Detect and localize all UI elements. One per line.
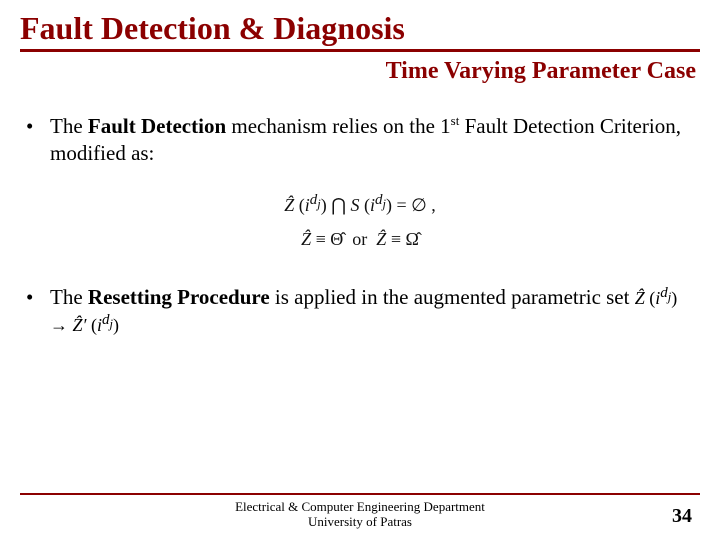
equation-line-2: Ẑ ≡ Θ̂ or Ẑ ≡ Ω̂ (284, 222, 436, 256)
text-fragment: The (50, 114, 88, 138)
slide: Fault Detection & Diagnosis Time Varying… (0, 0, 720, 540)
text-bold: Resetting Procedure (88, 285, 270, 309)
text-fragment: The (50, 285, 88, 309)
bullet-item-1: • The Fault Detection mechanism relies o… (26, 113, 694, 168)
bullet-marker: • (26, 113, 50, 168)
footer-text: Electrical & Computer Engineering Depart… (0, 499, 720, 530)
equation-block: Ẑ (idj) ⋂ S (idj) = ∅ , Ẑ ≡ Θ̂ or Ẑ ≡ Ω̂ (26, 186, 694, 256)
text-fragment: is applied in the augmented parametric s… (270, 285, 635, 309)
bullet-marker: • (26, 284, 50, 339)
slide-title: Fault Detection & Diagnosis (20, 10, 700, 49)
footer: Electrical & Computer Engineering Depart… (0, 493, 720, 530)
footer-line-2: University of Patras (0, 514, 720, 530)
text-fragment: mechanism relies on the 1 (226, 114, 451, 138)
content-area: • The Fault Detection mechanism relies o… (20, 113, 700, 540)
title-rule (20, 49, 700, 52)
slide-subtitle: Time Varying Parameter Case (20, 58, 700, 85)
footer-rule (20, 493, 700, 495)
equation-image: Ẑ (idj) ⋂ S (idj) = ∅ , Ẑ ≡ Θ̂ or Ẑ ≡ Ω̂ (284, 186, 436, 256)
equation-line-1: Ẑ (idj) ⋂ S (idj) = ∅ , (284, 186, 436, 222)
text-bold: Fault Detection (88, 114, 226, 138)
bullet-item-2: • The Resetting Procedure is applied in … (26, 284, 694, 339)
page-number: 34 (672, 505, 692, 528)
bullet-text-1: The Fault Detection mechanism relies on … (50, 113, 694, 168)
bullet-text-2: The Resetting Procedure is applied in th… (50, 284, 694, 339)
footer-line-1: Electrical & Computer Engineering Depart… (0, 499, 720, 515)
